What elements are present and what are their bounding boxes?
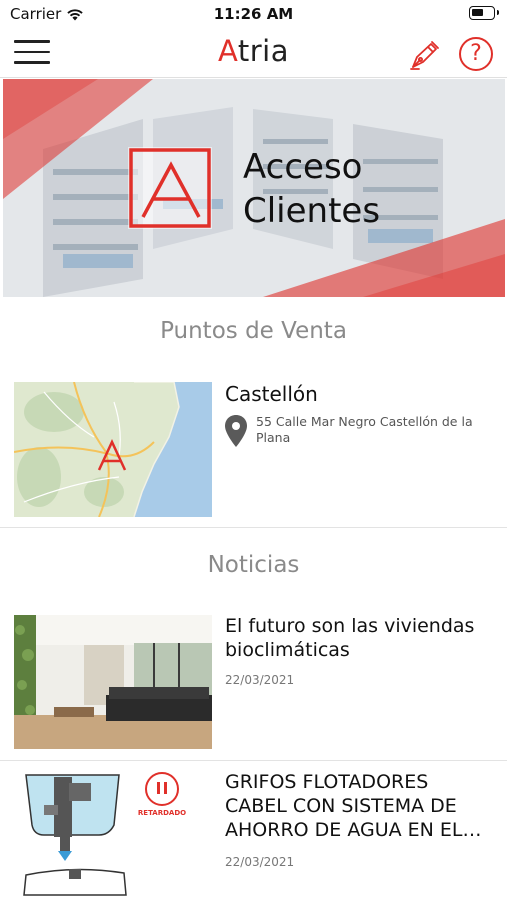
status-bar: Carrier 11:26 AM	[0, 0, 507, 28]
battery-icon	[469, 6, 499, 20]
logo-text: tria	[237, 34, 289, 68]
hero-title-line1: Acceso	[243, 147, 363, 187]
hero-title: Acceso Clientes	[243, 145, 380, 233]
news-title: GRIFOS FLOTADORES CABEL CON SISTEMA DE A…	[225, 771, 482, 841]
news-date: 22/03/2021	[225, 673, 295, 687]
news-thumbnail-living-room[interactable]	[14, 615, 212, 749]
hero-title-line2: Clientes	[243, 191, 381, 231]
store-card[interactable]: Castellón 55 Calle Mar Negro Castellón d…	[0, 370, 507, 528]
location-pin-icon	[225, 415, 247, 447]
logo-letter-a: A	[218, 34, 238, 68]
store-address: 55 Calle Mar Negro Castellón de la Plana	[256, 414, 473, 445]
store-name: Castellón	[225, 382, 318, 406]
news-heading: Noticias	[207, 552, 300, 578]
top-navigation-bar: Atria ?	[0, 28, 507, 78]
clock: 11:26 AM	[213, 5, 294, 23]
news-item[interactable]: El futuro son las viviendas bioclimática…	[0, 605, 507, 761]
news-thumbnail-float-valve[interactable]: RETARDADO	[14, 765, 212, 899]
customer-access-banner[interactable]: Acceso Clientes	[3, 79, 505, 297]
news-title: El futuro son las viviendas bioclimática…	[225, 615, 475, 661]
news-date: 22/03/2021	[225, 855, 295, 869]
retardado-badge: RETARDADO	[138, 809, 186, 817]
points-of-sale-heading: Puntos de Venta	[160, 318, 347, 344]
help-question-icon[interactable]: ?	[459, 37, 493, 71]
fountain-pen-icon[interactable]	[407, 36, 443, 72]
news-item[interactable]: RETARDADO GRIFOS FLOTADORES CABEL CON SI…	[0, 761, 507, 900]
store-map-thumbnail[interactable]	[14, 382, 212, 517]
